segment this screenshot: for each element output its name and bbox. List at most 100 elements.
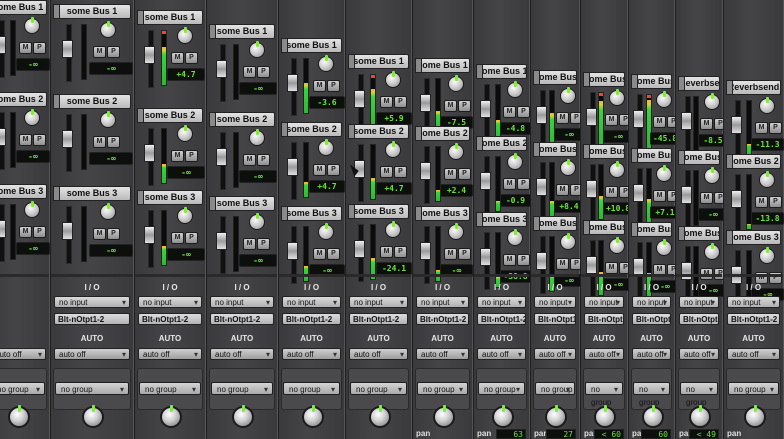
send-fader-handle[interactable] (144, 144, 155, 162)
automation-mode-selector[interactable]: auto off (477, 348, 526, 361)
input-selector[interactable]: no input (282, 296, 341, 308)
send-mute-button[interactable]: M (243, 154, 256, 166)
send-prepost-button[interactable]: P (185, 232, 198, 244)
output-selector[interactable]: Blt-nOtpt1-2 (349, 313, 408, 325)
send-level-knob-icon[interactable] (249, 129, 265, 146)
send-bus-label[interactable]: Reverbsend (726, 80, 781, 95)
group-selector[interactable]: no group (55, 382, 129, 396)
send-fader-handle[interactable] (536, 252, 547, 270)
send-prepost-button[interactable]: P (257, 66, 270, 78)
send-bus-label[interactable]: some Bus 3 (348, 204, 409, 219)
send-bus-label[interactable]: some Bus 2 (137, 108, 203, 123)
input-selector[interactable]: no input (416, 296, 469, 308)
send-prepost-button[interactable]: P (33, 134, 46, 146)
send-prepost-button[interactable]: P (327, 248, 340, 260)
send-level-knob-icon[interactable] (100, 203, 116, 220)
send-prepost-button[interactable]: P (769, 122, 782, 134)
output-selector[interactable]: Blt-nOtpt1-2 (477, 313, 526, 325)
send-bus-label[interactable]: some Bus 3 (137, 190, 203, 205)
send-selector-arrow[interactable] (533, 142, 540, 157)
automation-mode-selector[interactable]: auto off (679, 348, 719, 361)
send-mute-button[interactable]: M (171, 52, 184, 64)
send-prepost-button[interactable]: P (107, 46, 120, 58)
send-selector-arrow[interactable] (53, 94, 60, 109)
send-level-knob-icon[interactable] (177, 27, 193, 44)
pan-knob-icon[interactable] (689, 405, 711, 428)
automation-mode-selector[interactable]: auto off (349, 348, 408, 361)
send-level-knob-icon[interactable] (448, 75, 464, 92)
send-level-knob-icon[interactable] (704, 167, 720, 184)
automation-mode-selector[interactable]: auto off (54, 348, 130, 361)
send-prepost-button[interactable]: P (458, 168, 471, 180)
send-fader-handle[interactable] (0, 220, 6, 238)
send-level-knob-icon[interactable] (385, 71, 401, 88)
send-bus-label[interactable]: some Bus 1 (0, 0, 47, 15)
send-selector-arrow[interactable] (415, 126, 422, 141)
pan-knob-icon[interactable] (433, 405, 455, 428)
automation-mode-selector[interactable]: auto off (416, 348, 469, 361)
send-level-knob-icon[interactable] (249, 213, 265, 230)
send-level-knob-icon[interactable] (560, 159, 576, 176)
input-selector[interactable]: no input (54, 296, 130, 308)
send-level-knob-icon[interactable] (560, 87, 576, 104)
send-mute-button[interactable]: M (313, 164, 326, 176)
send-fader-handle[interactable] (0, 128, 6, 146)
send-fader-handle[interactable] (144, 226, 155, 244)
send-prepost-button[interactable]: P (517, 106, 530, 118)
send-selector-arrow[interactable] (678, 150, 685, 165)
send-selector-arrow[interactable] (631, 74, 638, 89)
send-selector-arrow[interactable] (137, 10, 144, 25)
send-selector-arrow[interactable] (348, 54, 355, 69)
send-selector-arrow[interactable] (209, 112, 216, 127)
pan-knob-icon[interactable] (369, 405, 391, 428)
pan-knob-icon[interactable] (232, 405, 254, 428)
send-prepost-button[interactable]: P (107, 136, 120, 148)
send-level-knob-icon[interactable] (656, 239, 672, 256)
send-level-knob-icon[interactable] (609, 161, 625, 178)
send-prepost-button[interactable]: P (257, 238, 270, 250)
send-selector-arrow[interactable] (137, 190, 144, 205)
send-bus-label[interactable]: some Bus 2 (476, 136, 527, 151)
send-fader-handle[interactable] (480, 100, 491, 118)
send-level-knob-icon[interactable] (704, 243, 720, 260)
send-prepost-button[interactable]: P (394, 246, 407, 258)
output-selector[interactable]: Blt-nOtpt1-2 (534, 313, 576, 325)
send-prepost-button[interactable]: P (33, 42, 46, 54)
send-level-knob-icon[interactable] (759, 97, 775, 114)
group-selector[interactable]: no group (633, 382, 670, 407)
send-fader-handle[interactable] (144, 46, 155, 64)
send-prepost-button[interactable]: P (458, 248, 471, 260)
send-level-knob-icon[interactable] (507, 153, 523, 170)
send-level-knob-icon[interactable] (177, 207, 193, 224)
send-bus-label[interactable]: some Bus 2 (726, 154, 781, 169)
send-mute-button[interactable]: M (755, 122, 768, 134)
send-mute-button[interactable]: M (503, 254, 516, 266)
group-selector[interactable]: no group (283, 382, 340, 396)
send-mute-button[interactable]: M (444, 100, 457, 112)
send-fader-handle[interactable] (287, 158, 298, 176)
send-mute-button[interactable]: M (605, 114, 618, 126)
send-mute-button[interactable]: M (380, 96, 393, 108)
send-selector-arrow[interactable] (583, 144, 590, 159)
send-fader-handle[interactable] (586, 180, 597, 198)
input-selector[interactable]: no input (534, 296, 576, 308)
output-selector[interactable]: Blt-nOtpt1-2 (416, 313, 469, 325)
send-prepost-button[interactable]: P (185, 52, 198, 64)
send-level-knob-icon[interactable] (609, 237, 625, 254)
send-bus-label[interactable]: some Bus 1 (348, 54, 409, 69)
input-selector[interactable]: no input (679, 296, 719, 308)
send-fader-handle[interactable] (536, 106, 547, 124)
send-bus-label[interactable]: some Bus 3 (0, 184, 47, 199)
send-level-knob-icon[interactable] (507, 81, 523, 98)
output-selector[interactable]: Blt-nOtpt1-2 (584, 313, 624, 325)
send-prepost-button[interactable]: P (327, 80, 340, 92)
send-mute-button[interactable]: M (653, 190, 666, 202)
send-mute-button[interactable]: M (503, 178, 516, 190)
pan-knob-icon[interactable] (160, 405, 182, 428)
output-selector[interactable]: Blt-nOtpt1-2 (210, 313, 274, 325)
send-selector-arrow[interactable] (476, 212, 483, 227)
send-selector-arrow[interactable] (281, 122, 288, 137)
group-selector[interactable]: no group (211, 382, 273, 396)
send-bus-label[interactable]: some Bus 3 (209, 196, 275, 211)
send-mute-button[interactable]: M (93, 46, 106, 58)
